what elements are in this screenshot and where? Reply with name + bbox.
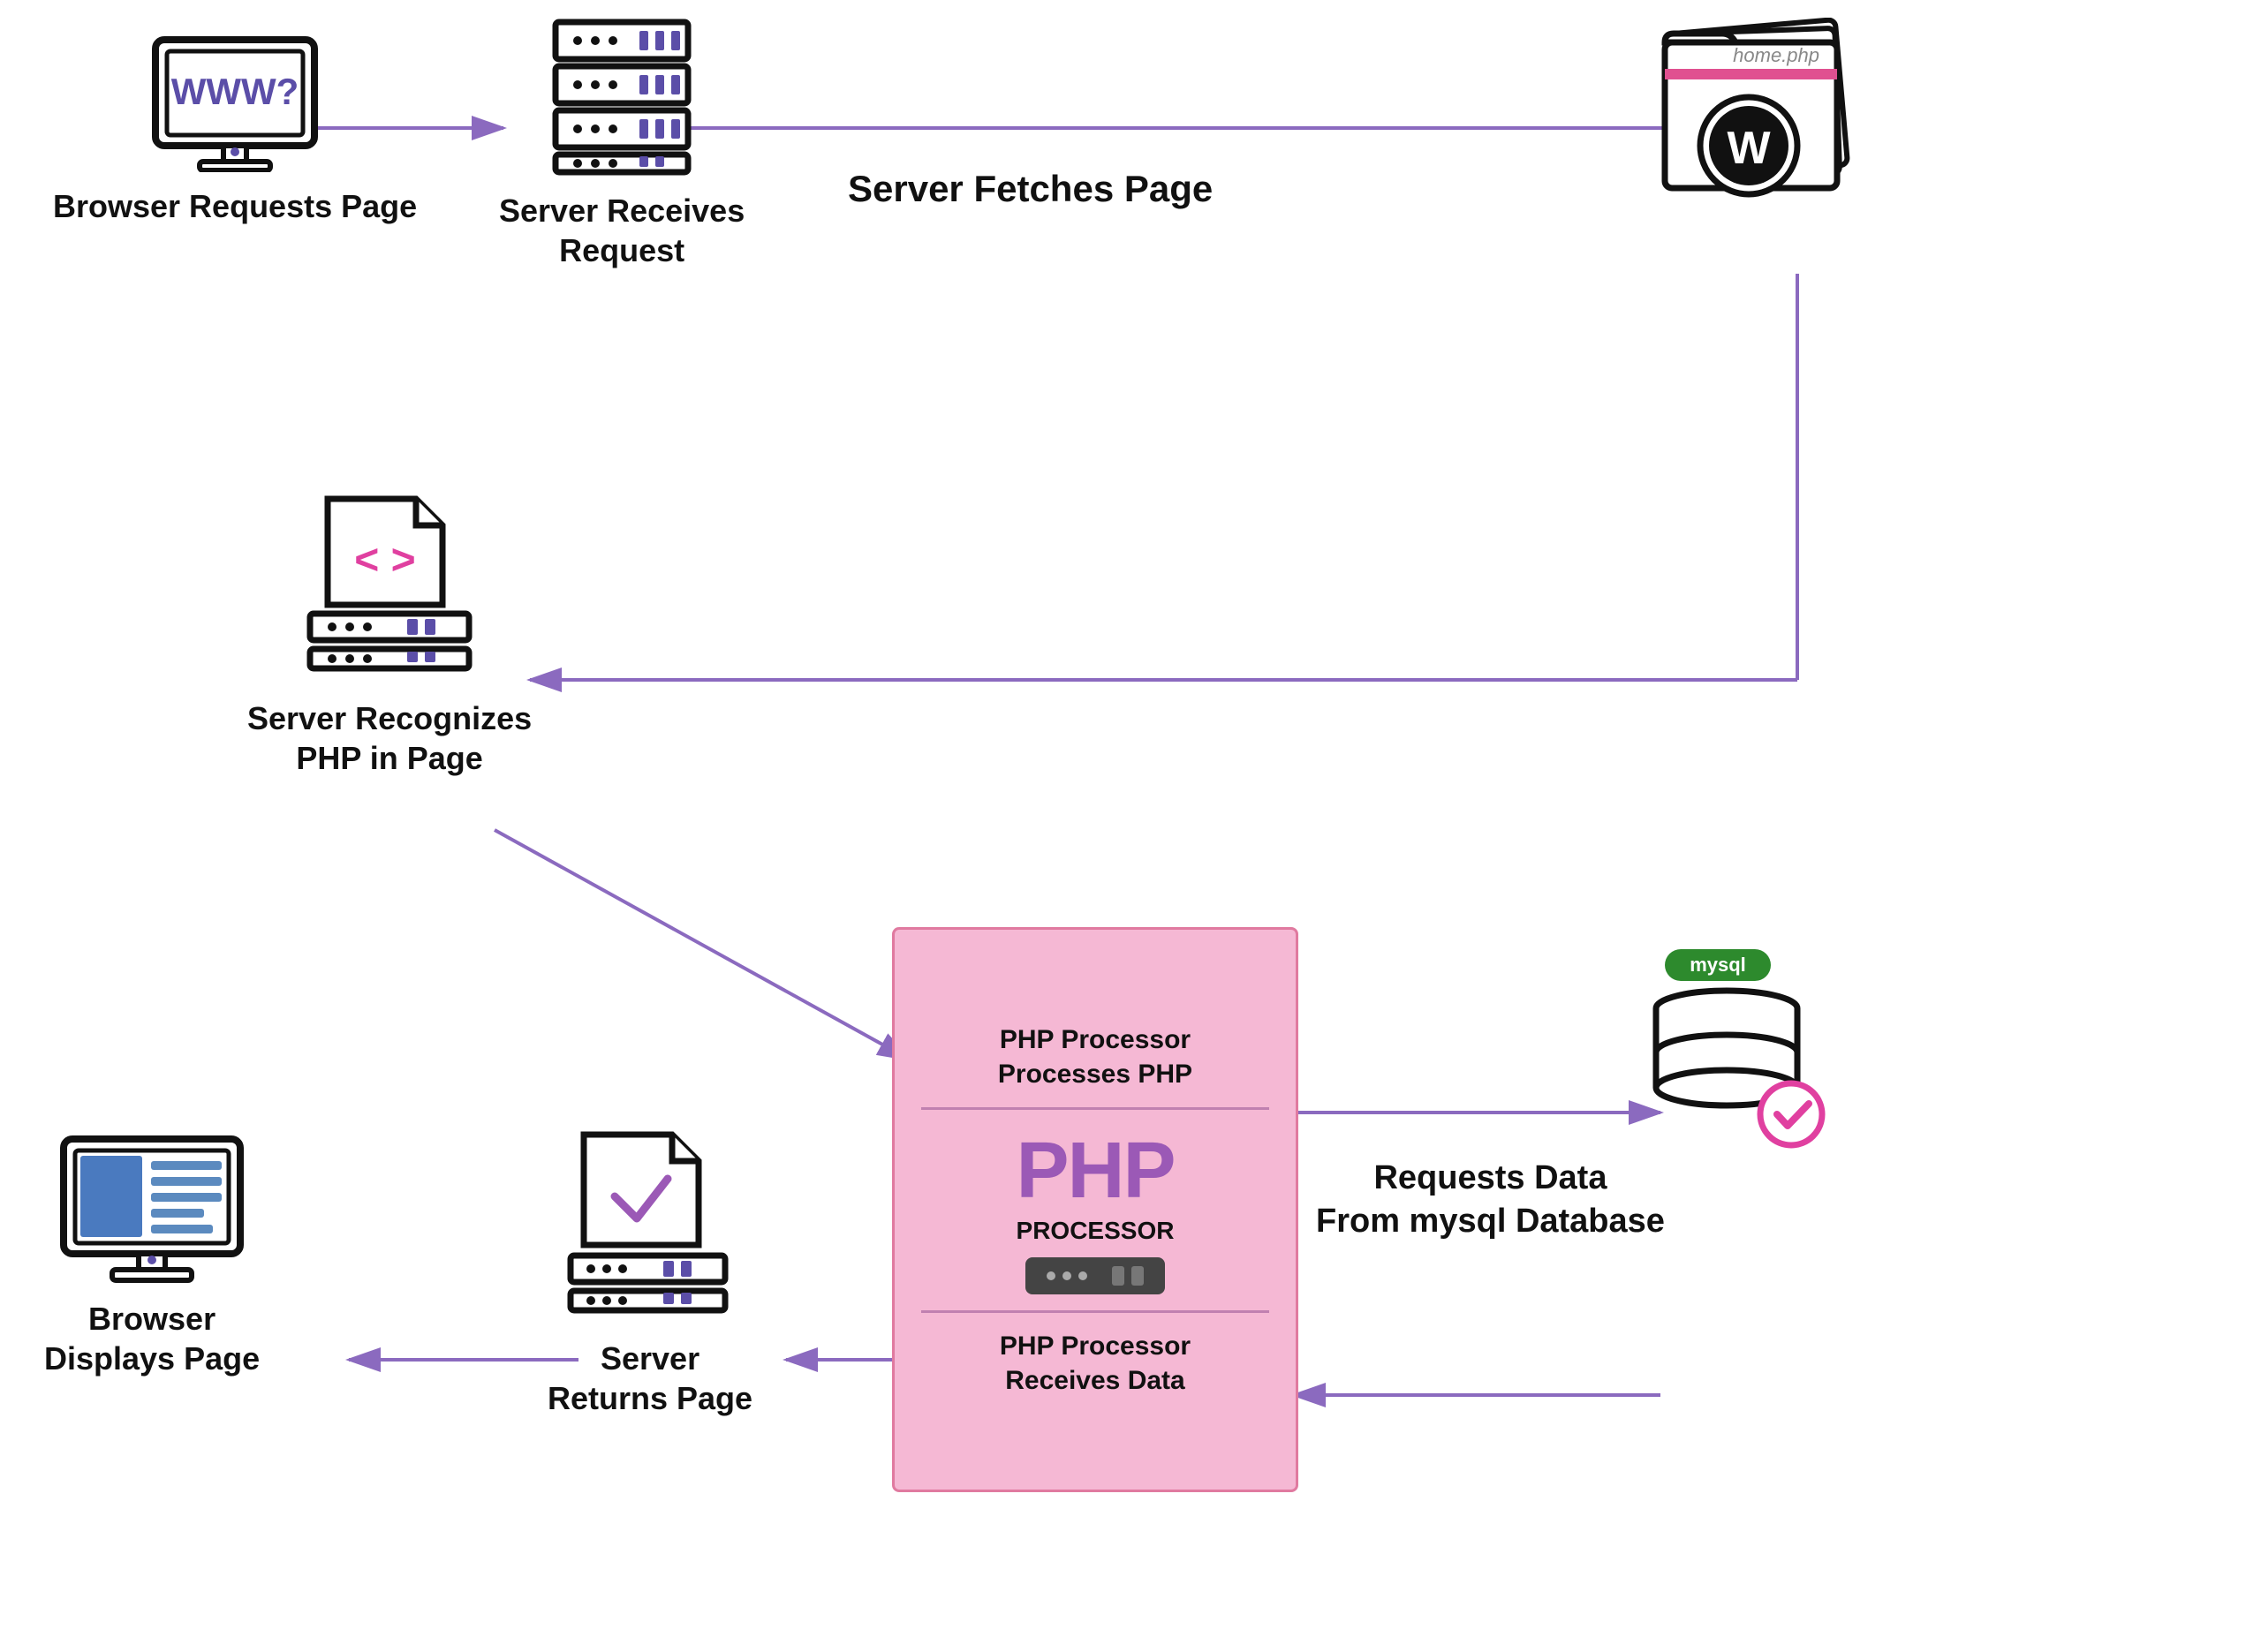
wordpress-folder-icon: home.php W <box>1652 18 1864 221</box>
svg-text:WWW?: WWW? <box>171 71 299 112</box>
mysql-db-node: mysql <box>1643 945 1828 1171</box>
svg-text:W: W <box>1727 123 1771 174</box>
browser-displays-label: BrowserDisplays Page <box>44 1299 260 1378</box>
server-receives-node: Server ReceivesRequest <box>499 18 745 270</box>
php-processor-box: PHP ProcessorProcesses PHP PHP PROCESSOR… <box>892 927 1298 1492</box>
server-recognizes-node: < > Server RecognizesPHP in Page <box>247 490 532 778</box>
server-receives-icon <box>551 18 692 177</box>
server-recognizes-label: Server RecognizesPHP in Page <box>247 698 532 778</box>
php-processor-label: PROCESSOR <box>1017 1217 1175 1245</box>
diagram: WWW? Browser Requests Page <box>0 0 2261 1652</box>
browser-request-icon: WWW? <box>151 35 319 172</box>
svg-text:< >: < > <box>354 537 415 584</box>
server-recognizes-icon: < > <box>301 490 478 684</box>
browser-displays-icon <box>59 1135 245 1285</box>
svg-text:home.php: home.php <box>1733 44 1819 66</box>
server-fetches-label: Server Fetches Page <box>848 168 1213 210</box>
browser-displays-node: BrowserDisplays Page <box>44 1135 260 1378</box>
svg-text:mysql: mysql <box>1690 954 1746 976</box>
server-returns-node: ServerReturns Page <box>548 1130 752 1418</box>
wordpress-folder-node: home.php W <box>1652 18 1864 221</box>
php-processor-bottom-label: PHP ProcessorReceives Data <box>1000 1329 1191 1398</box>
server-receives-label: Server ReceivesRequest <box>499 191 745 270</box>
php-big-text: PHP <box>1016 1126 1174 1217</box>
php-processor-top-label: PHP ProcessorProcesses PHP <box>998 1022 1192 1091</box>
mysql-db-icon: mysql <box>1643 945 1828 1157</box>
browser-request-node: WWW? Browser Requests Page <box>53 35 417 226</box>
requests-data-label: Requests DataFrom mysql Database <box>1316 1157 1665 1244</box>
server-returns-icon <box>566 1130 734 1324</box>
browser-request-label: Browser Requests Page <box>53 186 417 226</box>
server-returns-label: ServerReturns Page <box>548 1339 752 1418</box>
